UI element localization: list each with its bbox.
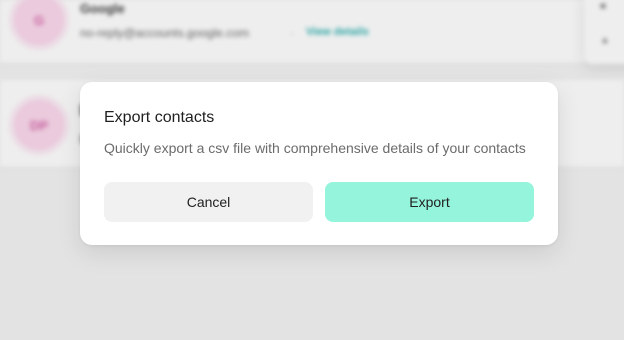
dialog-title: Export contacts [104, 109, 215, 126]
viewport: G Google no-reply@accounts.google.com · … [0, 0, 624, 340]
export-contacts-dialog: Export contacts Quickly export a csv fil… [80, 82, 558, 245]
cancel-button[interactable]: Cancel [104, 182, 313, 222]
export-button[interactable]: Export [325, 182, 534, 222]
dialog-description: Quickly export a csv file with comprehen… [104, 140, 526, 156]
